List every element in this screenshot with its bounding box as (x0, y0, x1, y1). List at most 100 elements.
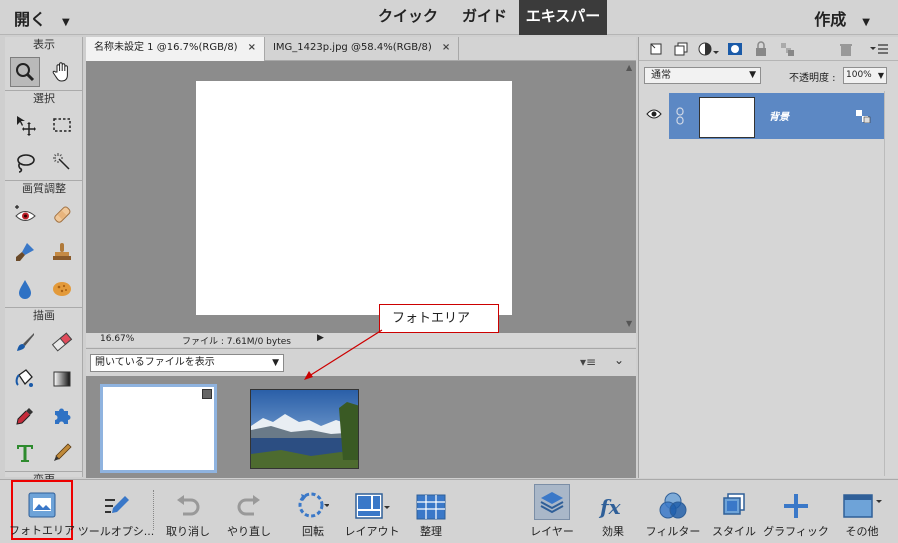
layer-name: 背景 (769, 112, 789, 123)
section-enhance: 画質調整 (5, 180, 83, 196)
create-menu[interactable]: 作成 ▼ (814, 6, 870, 30)
panel-menu-icon[interactable] (869, 41, 889, 57)
eraser-tool[interactable] (47, 327, 77, 357)
bin-options-icon[interactable]: ▾≡ (580, 355, 596, 369)
layer-lock-icon (856, 110, 871, 123)
more-panels-icon (843, 494, 882, 518)
document-canvas[interactable] (196, 81, 512, 315)
styles-button[interactable]: スタイル (712, 482, 756, 540)
more-label: その他 (845, 525, 879, 538)
graphics-button[interactable]: グラフィック (763, 482, 829, 540)
create-label: 作成 (814, 10, 847, 29)
lasso-tool[interactable] (10, 147, 40, 177)
hand-icon (52, 61, 68, 82)
zoom-icon (16, 62, 35, 81)
organize-button[interactable]: 整理 (414, 482, 448, 540)
bin-select-value: 開いているファイルを表示 (95, 357, 215, 368)
bin-thumbnail-untitled[interactable] (100, 384, 217, 473)
pencil-tool[interactable] (47, 438, 77, 468)
link-icon (676, 107, 684, 125)
marquee-tool[interactable] (47, 110, 77, 140)
tab-untitled-1[interactable]: 名称未設定 1 @16.7%(RGB/8) × (86, 37, 265, 61)
paint-bucket-tool[interactable] (10, 364, 40, 394)
undo-label: 取り消し (166, 525, 210, 538)
eyedropper-tool[interactable] (10, 401, 40, 431)
red-eye-tool[interactable] (10, 200, 40, 230)
section-view: 表示 (33, 38, 55, 51)
move-icon (17, 115, 37, 136)
layer-badge-icon (202, 389, 212, 399)
layer-mask-icon[interactable] (727, 41, 743, 57)
lock-transparency-icon[interactable] (779, 41, 795, 57)
sponge-tool[interactable] (47, 274, 77, 304)
vertical-scrollbar[interactable]: ▲ ▼ (624, 61, 636, 331)
tool-options-button[interactable]: ツールオプシ... (78, 482, 154, 540)
paint-bucket-icon (15, 368, 34, 387)
effects-label: 効果 (602, 525, 624, 538)
stamp-icon (52, 242, 71, 260)
status-menu-icon[interactable]: ▶ (317, 333, 324, 343)
magic-wand-tool[interactable] (47, 147, 77, 177)
gradient-tool[interactable] (47, 364, 77, 394)
layer-row-background[interactable]: 背景 (669, 93, 884, 139)
undo-icon (177, 495, 200, 516)
adjustment-layer-icon[interactable] (697, 41, 719, 57)
document-tabs: 名称未設定 1 @16.7%(RGB/8) × IMG_1423p.jpg @5… (86, 37, 636, 61)
clone-stamp-tool[interactable] (47, 237, 77, 267)
close-icon[interactable]: × (248, 37, 256, 61)
svg-text:fx: fx (598, 495, 622, 519)
smart-brush-tool[interactable] (10, 237, 40, 267)
collapse-chevron-icon[interactable]: ⌄ (614, 353, 624, 367)
custom-shape-tool[interactable] (47, 401, 77, 431)
rectangular-marquee-icon (53, 117, 71, 132)
gradient-icon (53, 371, 71, 386)
filters-button[interactable]: フィルター (646, 482, 700, 540)
chevron-down-icon: ▼ (749, 70, 756, 80)
open-menu[interactable]: 開く ▼ (14, 6, 70, 30)
trash-icon[interactable] (838, 41, 854, 57)
visibility-eye-icon[interactable] (646, 108, 662, 120)
scroll-down-icon[interactable]: ▼ (626, 319, 632, 328)
layers-scrollbar[interactable] (884, 91, 898, 476)
redo-button[interactable]: やり直し (224, 482, 274, 540)
blur-tool[interactable] (10, 274, 40, 304)
close-icon[interactable]: × (442, 37, 450, 61)
red-eye-icon (15, 204, 36, 221)
rotate-button[interactable]: 回転 (290, 482, 336, 540)
lock-icon[interactable] (753, 41, 769, 57)
layers-panel: 通常 ▼ 不透明度 : 100% ▼ 背景 (638, 37, 898, 478)
tool-options-icon (105, 496, 129, 513)
layers-toolbar (639, 37, 898, 61)
zoom-tool[interactable] (10, 56, 41, 87)
section-draw: 描画 (5, 307, 83, 323)
more-button[interactable]: その他 (838, 482, 886, 540)
photo-area-button[interactable]: フォトエリア (9, 480, 75, 540)
new-layer-icon[interactable] (648, 41, 664, 57)
bin-thumbnail-img-1423p[interactable] (250, 389, 359, 469)
blend-mode-select[interactable]: 通常 ▼ (644, 67, 761, 84)
mode-quick[interactable]: クイック (366, 0, 450, 35)
bin-scrollbar[interactable] (624, 376, 636, 478)
type-tool[interactable] (10, 438, 40, 468)
mode-guided[interactable]: ガイド (450, 0, 519, 35)
mode-expert[interactable]: エキスパート (519, 0, 608, 58)
layout-button[interactable]: レイアウト (345, 482, 400, 540)
scroll-up-icon[interactable]: ▲ (626, 63, 632, 72)
hand-tool[interactable] (47, 57, 77, 87)
new-group-icon[interactable] (673, 41, 689, 57)
spot-healing-tool[interactable] (47, 200, 77, 230)
brush-tool[interactable] (10, 327, 40, 357)
tab-img-1423p[interactable]: IMG_1423p.jpg @58.4%(RGB/8) × (265, 37, 460, 61)
organize-icon (416, 494, 446, 520)
effects-button[interactable]: fx 効果 (596, 482, 630, 540)
layers-label: レイヤー (530, 525, 574, 538)
layers-button[interactable]: レイヤー (529, 482, 575, 540)
eraser-icon (51, 331, 72, 352)
opacity-field[interactable]: 100% ▼ (843, 67, 887, 84)
layout-label: レイアウト (344, 525, 400, 538)
bin-file-select[interactable]: 開いているファイルを表示 ▼ (90, 354, 284, 372)
styles-label: スタイル (712, 525, 756, 538)
undo-button[interactable]: 取り消し (163, 482, 213, 540)
move-tool[interactable] (10, 110, 40, 140)
bottom-taskbar: フォトエリア ツールオプシ... 取り消し やり直し 回転 レイアウト 整理 レ… (0, 479, 898, 543)
